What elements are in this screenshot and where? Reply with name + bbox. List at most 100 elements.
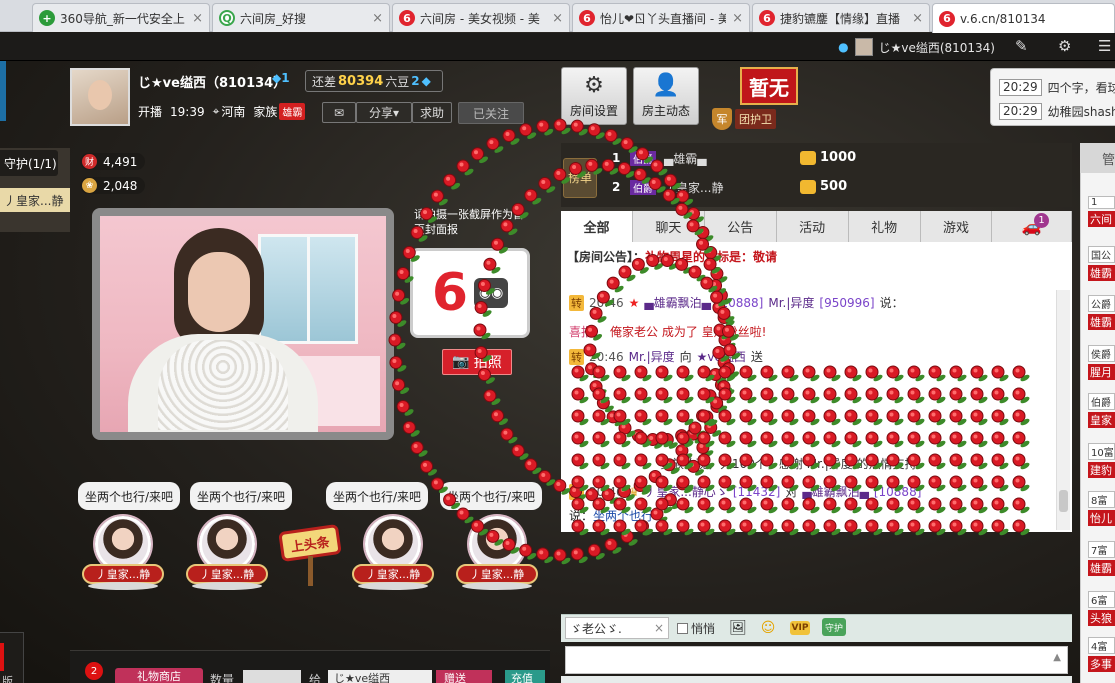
whisper-checkbox[interactable]: 悄悄: [677, 620, 715, 637]
browser-tab-room-a[interactable]: 6 怡儿❤ㄖ丫头直播间 - 美 ×: [572, 3, 750, 32]
sofa-seat[interactable]: 丿皇家...静: [452, 516, 542, 592]
side-bottom-widget[interactable]: 版: [0, 632, 24, 683]
share-button[interactable]: 分享 ▾: [356, 102, 412, 123]
rose-icon: [587, 123, 605, 140]
camera-icon: ◉◉: [474, 278, 509, 308]
top-user-info[interactable]: ● じ★ve缢西(810134): [838, 38, 995, 56]
tab-close-icon[interactable]: ×: [372, 11, 383, 26]
message-button[interactable]: ✉: [322, 102, 356, 123]
help-button[interactable]: 求助: [412, 102, 452, 123]
announcement-ticker[interactable]: 20:29 四个字，看球 20:29 幼稚园shash: [990, 68, 1115, 126]
tab-close-icon[interactable]: ×: [912, 11, 923, 26]
video-stream[interactable]: [100, 216, 386, 432]
chat-input[interactable]: ▲: [565, 646, 1068, 674]
browser-tab-6cn-home[interactable]: 6 六间房 - 美女视频 - 美 ×: [392, 3, 570, 32]
streamer-name[interactable]: じ★ve缢西（810134）: [138, 72, 286, 91]
tab-notice[interactable]: 公告: [704, 211, 777, 242]
audience-item[interactable]: 8富 怡儿: [1088, 491, 1115, 526]
tab-all[interactable]: 全部: [561, 211, 633, 242]
audience-item[interactable]: 1 六间: [1088, 196, 1115, 227]
guard-title[interactable]: 守护(1/1): [0, 150, 58, 176]
vip-emoji-button[interactable]: VIP: [790, 621, 810, 635]
chat-user-link[interactable]: ▄雄霸飘泊▄: [644, 294, 710, 311]
input-bottom-bar: [561, 676, 1072, 683]
guard-team-tag[interactable]: 军 团护卫: [712, 106, 776, 132]
location-pin-icon: ⌖: [212, 104, 220, 118]
seat-bubble: 坐两个也行/来吧: [190, 482, 292, 510]
chat-user-link[interactable]: Mr.|异度: [629, 348, 675, 365]
coin-icon: [800, 150, 816, 165]
followed-button[interactable]: 已关注: [458, 102, 524, 124]
audience-item[interactable]: 国公 雄霸: [1088, 246, 1115, 281]
rose-icon: [587, 543, 605, 560]
scroll-up-icon: ▲: [1053, 652, 1061, 663]
top-avatar: [854, 38, 873, 56]
owner-feed-button[interactable]: 👤 房主动态: [633, 67, 699, 125]
edit-icon[interactable]: ✎: [1015, 37, 1028, 55]
rose-icon: [604, 537, 622, 554]
chat-scrollbar[interactable]: [1056, 290, 1070, 530]
rose-icon: [536, 119, 554, 136]
chat-user-link[interactable]: 丿皇家...静心ゝ: [644, 483, 727, 500]
rose-icon: [471, 147, 489, 164]
headline-sign-button[interactable]: 上头条: [278, 523, 342, 586]
gift-count-badge[interactable]: 2: [85, 662, 103, 680]
gear-icon[interactable]: ⚙: [1058, 37, 1071, 55]
tab-close-icon[interactable]: ×: [192, 11, 203, 26]
audience-item[interactable]: 4富 多事: [1088, 637, 1115, 672]
tab-close-icon[interactable]: ×: [552, 11, 563, 26]
audience-item[interactable]: 公爵 雄霸: [1088, 295, 1115, 330]
rose-icon: [511, 444, 529, 460]
close-icon: ×: [653, 621, 664, 635]
emoji-icon[interactable]: ☺: [758, 618, 778, 638]
search-favicon-icon: Q: [219, 10, 235, 26]
audience-item[interactable]: 侯爵 腥月: [1088, 345, 1115, 380]
rose-icon: [502, 129, 520, 145]
camera-icon: 📷: [452, 354, 470, 370]
rose-icon: [486, 137, 504, 153]
honor-badge-none[interactable]: 暂无: [740, 67, 798, 105]
gift-store-button[interactable]: 礼物商店: [115, 668, 203, 683]
video-player[interactable]: [92, 208, 394, 440]
tab-close-icon[interactable]: ×: [732, 11, 743, 26]
sofa-seat[interactable]: 丿皇家...静: [348, 516, 438, 592]
send-gift-button[interactable]: 赠送: [436, 670, 492, 683]
tab-gift[interactable]: 礼物: [848, 211, 921, 242]
crown-icon: ♛: [628, 484, 640, 499]
browser-tab-room-b[interactable]: 6 捷豹镳鏖【情缘】直播 ×: [752, 3, 930, 32]
image-icon[interactable]: 🖼: [728, 618, 748, 638]
browser-tab-strip: + 360导航_新一代安全上 × Q 六间房_好搜 × 6 六间房 - 美女视频…: [0, 0, 1115, 33]
tab-car[interactable]: 🚗 1: [992, 211, 1073, 242]
chat-user-link[interactable]: ▄雄霸飘泊▄: [802, 483, 868, 500]
audience-item[interactable]: 6富 头狼: [1088, 591, 1115, 626]
audience-item[interactable]: 10富 建豹: [1088, 443, 1115, 478]
rose-icon: [456, 159, 474, 176]
audience-list-header[interactable]: 管: [1080, 143, 1115, 173]
tab-game[interactable]: 游戏: [920, 211, 993, 242]
sofa-seat[interactable]: 丿皇家...静: [182, 516, 272, 592]
browser-tab-360[interactable]: + 360导航_新一代安全上 ×: [32, 3, 210, 32]
chat-user-link[interactable]: Mr.|异度: [768, 294, 814, 311]
rank-toggle-button[interactable]: 榜单: [563, 158, 597, 198]
family-badge[interactable]: 雄霸: [279, 103, 306, 120]
browser-tab-active[interactable]: 6 v.6.cn/810134: [932, 3, 1115, 33]
chat-target-select[interactable]: ゞ老公ゞ. ×: [565, 617, 669, 639]
chat-user-link[interactable]: ★ve缢西: [697, 348, 746, 365]
guard-member[interactable]: 丿皇家...静: [0, 188, 70, 212]
chat-message: 转 20:46 ♛ 丿皇家...静心ゝ [11432] 对 ▄雄霸飘泊▄ [10…: [569, 483, 922, 500]
tab-chat[interactable]: 聊天: [632, 211, 705, 242]
take-photo-button[interactable]: 📷 拍照: [442, 349, 512, 375]
recharge-button[interactable]: 充值: [505, 670, 545, 683]
guard-emoji-button[interactable]: 守护: [822, 618, 846, 636]
six-favicon-icon: 6: [399, 10, 415, 26]
audience-item[interactable]: 伯爵 皇家: [1088, 393, 1115, 428]
sofa-seat[interactable]: 丿皇家...静: [78, 516, 168, 592]
room-settings-button[interactable]: ⚙ 房间设置: [561, 67, 627, 125]
quantity-input[interactable]: [243, 670, 301, 683]
browser-tab-search[interactable]: Q 六间房_好搜 ×: [212, 3, 390, 32]
audience-item[interactable]: 7富 雄霸: [1088, 541, 1115, 576]
tab-activity[interactable]: 活动: [776, 211, 849, 242]
menu-icon[interactable]: ☰: [1098, 37, 1111, 55]
recipient-select[interactable]: じ★ve缢西: [328, 670, 432, 683]
streamer-avatar[interactable]: [70, 68, 130, 126]
